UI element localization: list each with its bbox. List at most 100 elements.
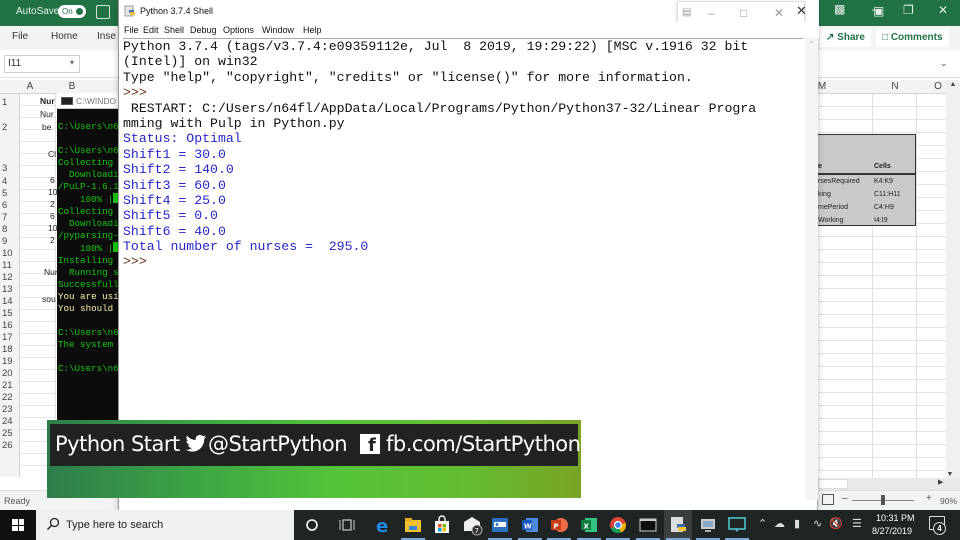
row-header-22[interactable]: 22 (2, 392, 13, 403)
comments-button[interactable]: □ Comments (876, 29, 949, 47)
mail-icon[interactable]: 7 (461, 514, 483, 536)
zoom-in-button[interactable]: + (926, 493, 932, 504)
table-cell[interactable]: K4:K9 (874, 178, 893, 185)
idle-close-button[interactable]: ✕ (796, 3, 807, 19)
save-icon[interactable] (96, 5, 110, 19)
network-monitor-icon[interactable] (697, 514, 719, 536)
table-cell[interactable]: C11:H11 (874, 191, 901, 198)
show-hidden-icons-chevron[interactable]: ⌃ (758, 517, 767, 530)
command-prompt-window[interactable]: C:\WINDO C:\Users\n6 C:\Users\n6 Collecti… (57, 93, 119, 423)
snap-icon[interactable]: ▤ (682, 7, 691, 18)
row-header-16[interactable]: 16 (2, 320, 13, 331)
page-layout-view-icon[interactable] (822, 494, 834, 505)
column-header-n[interactable]: N (885, 81, 905, 92)
row-header-17[interactable]: 17 (2, 332, 13, 343)
horizontal-scroll-thumb[interactable] (818, 479, 848, 489)
row-header-23[interactable]: 23 (2, 404, 13, 415)
scroll-right-icon[interactable]: ▶ (938, 478, 943, 486)
excel-min-icon[interactable]: – (872, 2, 879, 16)
cmd-titlebar[interactable]: C:\WINDO (57, 93, 119, 109)
column-header-o[interactable]: O (928, 81, 948, 92)
clock-time[interactable]: 10:31 PM (876, 513, 915, 523)
row-header-6[interactable]: 6 (2, 200, 7, 211)
row-header-20[interactable]: 20 (2, 368, 13, 379)
table-cell[interactable]: Working (818, 217, 844, 224)
ribbon-tab-file[interactable]: File (12, 31, 28, 42)
scroll-down-icon[interactable]: ▼ (943, 471, 957, 478)
table-cell[interactable]: I4:I9 (874, 217, 888, 224)
ribbon-tab-insert[interactable]: Inse (97, 31, 116, 42)
menu-options[interactable]: Options (223, 25, 254, 35)
zoom-out-button[interactable]: – (842, 493, 848, 504)
idle-titlebar[interactable]: Python 3.7.4 Shell ▤ – □ ✕ ✕ (119, 0, 819, 25)
row-header-12[interactable]: 12 (2, 272, 13, 283)
row-header-24[interactable]: 24 (2, 416, 13, 427)
cell-b11[interactable]: Nur (44, 267, 58, 277)
cell-b3[interactable]: Cl (48, 149, 56, 159)
row-header-25[interactable]: 25 (2, 428, 13, 439)
row-header-7[interactable]: 7 (2, 212, 7, 223)
menu-debug[interactable]: Debug (190, 25, 217, 35)
row-header-3[interactable]: 3 (2, 163, 7, 174)
cell-b2b[interactable]: be (42, 122, 51, 132)
table-cell[interactable]: king (818, 191, 831, 198)
idle-minimize-button[interactable]: – (708, 6, 715, 20)
row-header-18[interactable]: 18 (2, 344, 13, 355)
row-header-2[interactable]: 2 (2, 122, 7, 133)
cell-b7[interactable]: 6 (50, 211, 55, 221)
file-explorer-icon[interactable] (402, 514, 424, 536)
powerpoint-icon[interactable]: P (548, 514, 570, 536)
row-header-10[interactable]: 10 (2, 248, 13, 259)
excel-vertical-scrollbar[interactable] (946, 80, 960, 489)
chrome-icon[interactable] (607, 514, 629, 536)
row-header-13[interactable]: 13 (2, 284, 13, 295)
battery-icon[interactable]: ▮ (794, 517, 800, 530)
cell-b4[interactable]: 6 (50, 175, 55, 185)
idle-scroll-up-icon[interactable]: ⌃ (805, 40, 818, 49)
cell-b13[interactable]: sou (42, 294, 56, 304)
cell-b6[interactable]: 2 (50, 199, 55, 209)
edge-icon[interactable]: e (372, 514, 394, 536)
row-header-19[interactable]: 19 (2, 356, 13, 367)
scroll-up-icon[interactable]: ▲ (946, 81, 960, 88)
zoom-slider-thumb[interactable] (881, 495, 885, 505)
share-button[interactable]: ↗ Share (820, 29, 871, 47)
formula-expand-icon[interactable]: ⌄ (940, 58, 948, 69)
wifi-icon[interactable]: ∿ (813, 517, 822, 530)
menu-help[interactable]: Help (303, 25, 322, 35)
network-activity-icon[interactable]: ☰ (852, 517, 862, 530)
search-placeholder[interactable]: Type here to search (66, 519, 163, 531)
row-header-5[interactable]: 5 (2, 188, 7, 199)
ribbon-tab-home[interactable]: Home (51, 31, 78, 42)
row-header-11[interactable]: 11 (2, 260, 12, 271)
cell-b9[interactable]: 2 (50, 235, 55, 245)
excel-restore-icon[interactable]: ❐ (903, 3, 914, 17)
row-header-8[interactable]: 8 (2, 224, 7, 235)
autosave-toggle[interactable]: On (58, 5, 86, 18)
excel-icon[interactable]: X (578, 514, 600, 536)
idle-maximize-button[interactable]: □ (740, 6, 747, 20)
cell-b1[interactable]: Nur (40, 96, 55, 106)
clock-date[interactable]: 8/27/2019 (872, 526, 912, 536)
volume-muted-icon[interactable]: 🔇 (829, 517, 843, 530)
table-cell[interactable]: rsesRequired (818, 178, 860, 185)
row-header-26[interactable]: 26 (2, 440, 13, 451)
menu-window[interactable]: Window (262, 25, 294, 35)
name-box-dropdown-icon[interactable]: ▾ (70, 58, 74, 67)
store-icon[interactable] (431, 514, 453, 536)
excel-close-icon[interactable]: ✕ (938, 3, 948, 17)
remote-desktop-icon[interactable] (489, 514, 511, 536)
table-cell[interactable]: C4:H9 (874, 204, 894, 211)
connect-icon[interactable] (726, 514, 748, 536)
command-prompt-icon[interactable] (637, 514, 659, 536)
menu-shell[interactable]: Shell (164, 25, 184, 35)
row-header-9[interactable]: 9 (2, 236, 7, 247)
task-view-icon[interactable] (336, 514, 358, 536)
idle-close-ghost-button[interactable]: ✕ (774, 6, 784, 20)
idle-vertical-scrollbar[interactable] (805, 38, 818, 500)
cell-b2a[interactable]: Nur (40, 109, 54, 119)
python-idle-taskbar-icon[interactable] (667, 514, 689, 536)
column-header-a[interactable]: A (20, 81, 40, 92)
name-box[interactable]: I11 (4, 55, 80, 73)
row-header-14[interactable]: 14 (2, 296, 13, 307)
